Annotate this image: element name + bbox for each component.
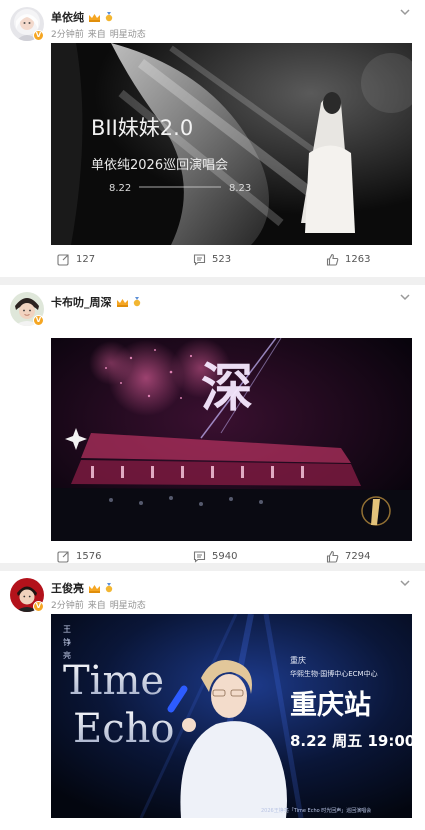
banner-date-right: 8.23 bbox=[229, 183, 251, 194]
post-header: V 王俊亮 2分钟前 来自 明星动态 bbox=[0, 571, 425, 614]
crown-icon bbox=[116, 298, 128, 307]
banner-title-2: 单依纯2026巡回演唱会 bbox=[91, 157, 228, 173]
medal-icon bbox=[105, 583, 113, 593]
post-meta bbox=[51, 312, 59, 322]
comment-icon bbox=[193, 551, 206, 563]
repost-count: 1576 bbox=[76, 551, 102, 562]
like-count: 1263 bbox=[345, 254, 371, 265]
medal-icon bbox=[105, 12, 113, 22]
repost-button[interactable]: 1576 bbox=[57, 550, 101, 563]
repost-button[interactable]: 127 bbox=[57, 253, 95, 266]
post-meta: 2分钟前 来自 明星动态 bbox=[51, 27, 146, 40]
post-actions: 127 523 1263 bbox=[0, 253, 425, 277]
post-header: V 卡布叻_周深 bbox=[0, 285, 425, 328]
banner-date-left: 8.22 bbox=[109, 183, 131, 194]
post-image[interactable]: 王 铮 亮 Time Echo 重庆 华熙生物·国博中心ECM中心 重庆站 8.… bbox=[51, 614, 412, 818]
post-header: V 单依纯 2分钟前 来自 明星动态 bbox=[0, 0, 425, 43]
post-card: V 单依纯 2分钟前 来自 明星动态 BII妹妹2.0 单依纯2026巡回演唱会… bbox=[0, 0, 425, 277]
banner-time-word: Time bbox=[63, 658, 164, 704]
side-name-2: 铮 bbox=[63, 637, 71, 647]
banner-datetime: 8.22 周五 19:00 bbox=[290, 732, 412, 750]
comment-icon bbox=[193, 254, 206, 266]
post-image[interactable]: 深 bbox=[51, 338, 412, 541]
chevron-down-icon[interactable] bbox=[399, 577, 411, 589]
chevron-down-icon[interactable] bbox=[399, 6, 411, 18]
like-icon bbox=[326, 550, 339, 563]
post-card: V 王俊亮 2分钟前 来自 明星动态 王 铮 亮 Time Echo 重庆 华熙… bbox=[0, 571, 425, 830]
banner-glyph: 深 bbox=[201, 358, 253, 419]
comment-button[interactable]: 5940 bbox=[193, 550, 237, 563]
post-image[interactable]: BII妹妹2.0 单依纯2026巡回演唱会 8.22 8.23 bbox=[51, 43, 412, 245]
like-button[interactable]: 7294 bbox=[326, 550, 370, 563]
weibo-feed: V 单依纯 2分钟前 来自 明星动态 BII妹妹2.0 单依纯2026巡回演唱会… bbox=[0, 0, 425, 830]
city-stop: 重庆站 bbox=[290, 689, 371, 721]
post-source[interactable]: 明星动态 bbox=[110, 601, 146, 611]
username[interactable]: 卡布叻_周深 bbox=[51, 294, 112, 310]
side-name-1: 王 bbox=[63, 625, 71, 634]
comment-count: 5940 bbox=[212, 551, 238, 562]
repost-icon bbox=[57, 254, 69, 266]
chevron-down-icon[interactable] bbox=[399, 291, 411, 303]
post-card: V 卡布叻_周深 深 1576 5940 7294 bbox=[0, 285, 425, 563]
crown-icon bbox=[89, 584, 100, 593]
username[interactable]: 王俊亮 bbox=[51, 580, 84, 596]
comment-count: 523 bbox=[212, 254, 232, 265]
source-prefix: 来自 bbox=[87, 30, 106, 40]
post-source[interactable]: 明星动态 bbox=[110, 30, 146, 40]
crown-icon bbox=[89, 13, 100, 22]
repost-icon bbox=[57, 551, 69, 563]
verified-badge: V bbox=[33, 315, 44, 326]
like-button[interactable]: 1263 bbox=[326, 253, 370, 266]
medal-icon bbox=[133, 297, 140, 307]
like-count: 7294 bbox=[345, 551, 371, 562]
post-separator bbox=[0, 277, 425, 285]
repost-count: 127 bbox=[76, 254, 96, 265]
verified-badge: V bbox=[33, 601, 44, 612]
venue-line-1: 重庆 bbox=[290, 655, 306, 665]
source-prefix: 来自 bbox=[87, 601, 106, 611]
post-time: 2分钟前 bbox=[51, 30, 84, 40]
like-icon bbox=[326, 253, 339, 266]
verified-badge: V bbox=[33, 30, 44, 41]
post-meta: 2分钟前 来自 明星动态 bbox=[51, 598, 146, 611]
venue-line-2: 华熙生物·国博中心ECM中心 bbox=[290, 669, 378, 678]
banner-footer: 2026王铮亮「Time Echo 时光回声」巡回演唱会 bbox=[261, 807, 371, 814]
banner-echo-word: Echo bbox=[73, 706, 174, 752]
post-time: 2分钟前 bbox=[51, 601, 84, 611]
comment-button[interactable]: 523 bbox=[193, 253, 231, 266]
username[interactable]: 单依纯 bbox=[51, 9, 84, 25]
banner-title-1: BII妹妹2.0 bbox=[91, 116, 193, 140]
